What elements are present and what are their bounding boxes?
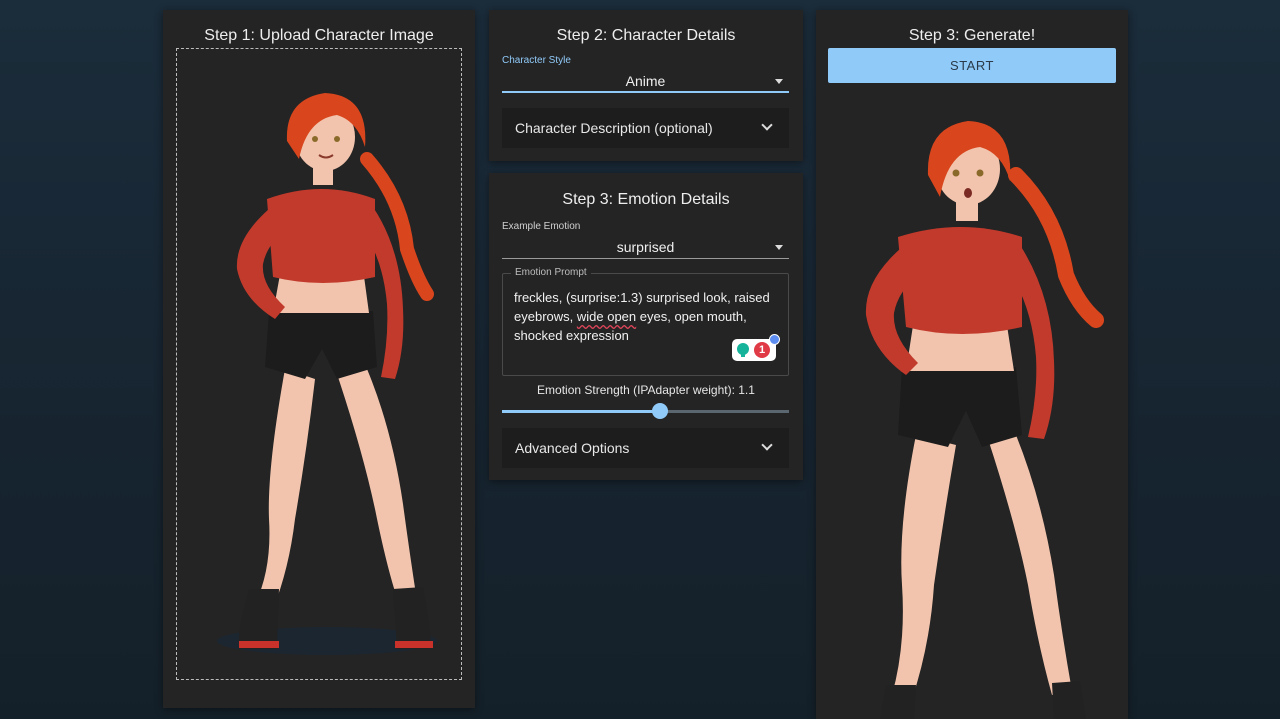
emotion-details-title: Step 3: Emotion Details (562, 191, 730, 208)
extension-g-icon (737, 343, 749, 357)
character-details-title: Step 2: Character Details (556, 27, 736, 44)
chevron-down-icon (761, 119, 773, 131)
image-dropzone[interactable] (176, 48, 462, 680)
caret-down-icon (775, 79, 783, 84)
upload-panel: Step 1: Upload Character Image (163, 10, 475, 708)
emotion-details-panel: Step 3: Emotion Details Example Emotion … (489, 173, 803, 480)
example-emotion-select[interactable]: surprised (502, 235, 789, 259)
character-style-value: Anime (625, 73, 666, 89)
emotion-strength-slider[interactable] (502, 403, 789, 419)
result-image-area (816, 105, 1128, 719)
advanced-options-accordion[interactable]: Advanced Options (502, 428, 789, 468)
advanced-options-label: Advanced Options (515, 440, 630, 456)
character-description-accordion[interactable]: Character Description (optional) (502, 108, 789, 148)
generate-title: Step 3: Generate! (908, 27, 1036, 44)
start-button[interactable]: START (828, 48, 1116, 83)
slider-fill (502, 410, 660, 413)
character-details-panel: Step 2: Character Details Character Styl… (489, 10, 803, 161)
example-emotion-value: surprised (616, 239, 675, 255)
prompt-text-flagged: wide open (576, 309, 637, 324)
character-style-label: Character Style (502, 55, 571, 66)
extension-dot-icon (769, 334, 780, 345)
select-underline (502, 258, 789, 259)
caret-down-icon (775, 245, 783, 250)
character-description-label: Character Description (optional) (515, 120, 713, 136)
generate-panel: Step 3: Generate! START (816, 10, 1128, 719)
select-underline (502, 91, 789, 93)
grammar-extension-icon[interactable]: 1 (732, 334, 780, 361)
uploaded-character-image (177, 49, 461, 679)
emotion-prompt-field[interactable]: Emotion Prompt freckles, (surprise:1.3) … (502, 267, 789, 376)
slider-thumb[interactable] (651, 403, 668, 419)
chevron-down-icon (761, 439, 773, 451)
extension-count-badge: 1 (754, 342, 770, 358)
character-style-select[interactable]: Anime (502, 69, 789, 93)
emotion-strength-label: Emotion Strength (IPAdapter weight): 1.1 (537, 383, 755, 397)
upload-panel-title: Step 1: Upload Character Image (204, 27, 434, 44)
emotion-prompt-label: Emotion Prompt (511, 267, 591, 278)
emotion-prompt-textarea[interactable]: freckles, (surprise:1.3) surprised look,… (514, 288, 782, 345)
example-emotion-label: Example Emotion (502, 221, 581, 232)
generated-character-image (816, 105, 1128, 719)
